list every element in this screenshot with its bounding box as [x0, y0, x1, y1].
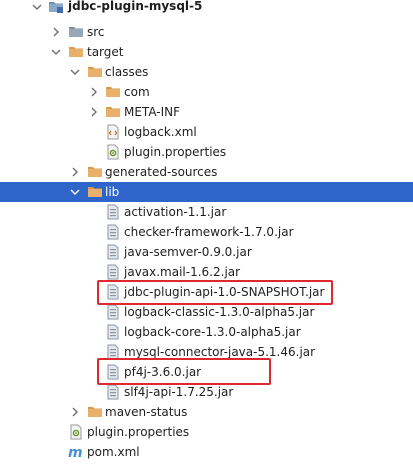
tree-row-classes-plugin-properties[interactable]: plugin.properties: [0, 142, 413, 162]
chevron-down-icon[interactable]: [51, 47, 61, 57]
chevron-down-icon[interactable]: [32, 2, 42, 12]
folder-icon: [68, 44, 84, 60]
jar-file-icon: [105, 264, 121, 280]
tree-row-jar[interactable]: checker-framework-1.7.0.jar: [0, 222, 413, 242]
jar-file-icon: [105, 384, 121, 400]
module-folder-icon: [48, 0, 64, 15]
tree-row-jar[interactable]: java-semver-0.9.0.jar: [0, 242, 413, 262]
folder-icon: [68, 24, 84, 40]
file-label-plugin-properties: plugin.properties: [124, 145, 227, 159]
chevron-right-icon[interactable]: [70, 167, 80, 177]
folder-icon: [87, 64, 103, 80]
tree-row-logback-xml[interactable]: logback.xml: [0, 122, 413, 142]
tree-row-meta-inf[interactable]: META-INF: [0, 102, 413, 122]
jar-label: javax.mail-1.6.2.jar: [124, 265, 241, 279]
folder-icon: [105, 104, 121, 120]
folder-icon: [105, 84, 121, 100]
tree-row-com[interactable]: com: [0, 82, 413, 102]
folder-label-meta-inf: META-INF: [124, 105, 181, 119]
tree-row-src[interactable]: src: [0, 22, 413, 42]
jar-label: java-semver-0.9.0.jar: [124, 245, 252, 259]
folder-label-target: target: [87, 45, 124, 59]
tree-row-jar[interactable]: slf4j-api-1.7.25.jar: [0, 382, 413, 402]
file-label-plugin-properties: plugin.properties: [87, 425, 190, 439]
jar-label: slf4j-api-1.7.25.jar: [124, 385, 234, 399]
tree-row-jar[interactable]: javax.mail-1.6.2.jar: [0, 262, 413, 282]
chevron-right-icon[interactable]: [89, 87, 99, 97]
tree-row-project[interactable]: jdbc-plugin-mysql-5: [0, 0, 413, 20]
project-name: jdbc-plugin-mysql-5: [68, 0, 203, 13]
highlight-box-jdbc-plugin-api: [97, 280, 333, 305]
folder-label-classes: classes: [105, 65, 149, 79]
jar-file-icon: [105, 304, 121, 320]
folder-icon: [87, 184, 103, 200]
folder-label-maven-status: maven-status: [105, 405, 188, 419]
tree-row-lib[interactable]: lib: [0, 182, 413, 202]
folder-icon: [87, 404, 103, 420]
chevron-down-icon[interactable]: [70, 187, 80, 197]
chevron-right-icon[interactable]: [89, 107, 99, 117]
file-label-pom-xml: pom.xml: [87, 445, 140, 459]
tree-row-classes[interactable]: classes: [0, 62, 413, 82]
jar-label: logback-classic-1.3.0-alpha5.jar: [124, 305, 315, 319]
jar-label: checker-framework-1.7.0.jar: [124, 225, 294, 239]
properties-file-icon: [68, 424, 84, 440]
tree-row-pom-xml[interactable]: pom.xml: [0, 442, 413, 462]
jar-label: logback-core-1.3.0-alpha5.jar: [124, 325, 301, 339]
jar-label: activation-1.1.jar: [124, 205, 227, 219]
jar-file-icon: [105, 224, 121, 240]
folder-icon: [87, 164, 103, 180]
file-label-logback-xml: logback.xml: [124, 125, 197, 139]
chevron-down-icon[interactable]: [70, 67, 80, 77]
maven-pom-icon: [68, 444, 84, 460]
tree-row-generated-sources[interactable]: generated-sources: [0, 162, 413, 182]
tree-row-target[interactable]: target: [0, 42, 413, 62]
folder-label-generated-sources: generated-sources: [105, 165, 218, 179]
chevron-right-icon[interactable]: [51, 27, 61, 37]
properties-file-icon: [105, 144, 121, 160]
jar-file-icon: [105, 244, 121, 260]
tree-row-jar[interactable]: activation-1.1.jar: [0, 202, 413, 222]
jar-file-icon: [105, 204, 121, 220]
xml-file-icon: [105, 124, 121, 140]
folder-label-com: com: [124, 85, 150, 99]
folder-label-lib: lib: [105, 185, 120, 199]
tree-row-maven-status[interactable]: maven-status: [0, 402, 413, 422]
tree-row-plugin-properties[interactable]: plugin.properties: [0, 422, 413, 442]
highlight-box-pf4j: [97, 358, 271, 385]
tree-row-jar[interactable]: logback-core-1.3.0-alpha5.jar: [0, 322, 413, 342]
folder-label-src: src: [87, 25, 105, 39]
chevron-right-icon[interactable]: [70, 407, 80, 417]
tree-row-jar[interactable]: logback-classic-1.3.0-alpha5.jar: [0, 302, 413, 322]
jar-file-icon: [105, 324, 121, 340]
